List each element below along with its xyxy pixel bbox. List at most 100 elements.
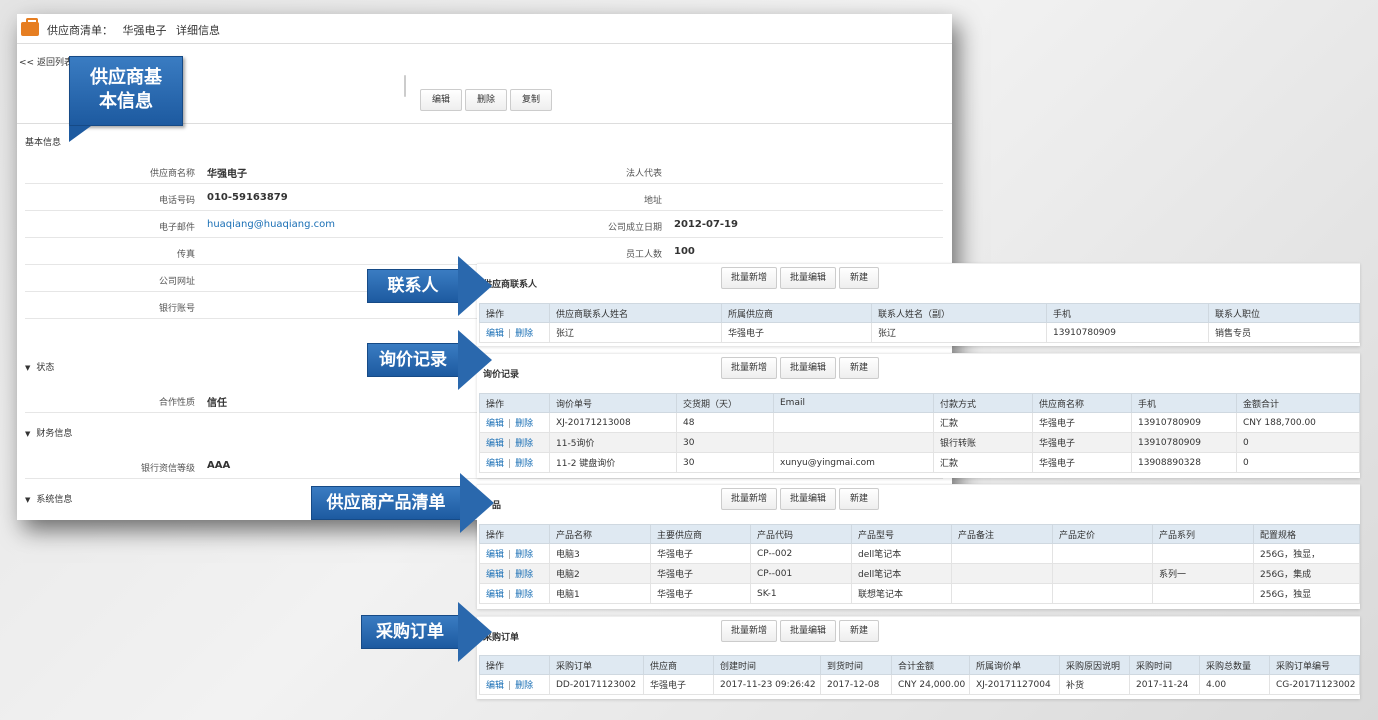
table-row: 编辑 | 删除 11-2 键盘询价 30 xunyu@yingmai.com 汇款 … xyxy=(479,452,1360,473)
row-delete-link[interactable]: 删除 xyxy=(515,329,533,339)
row-delete-link[interactable]: 删除 xyxy=(515,459,533,469)
copy-button[interactable]: 复制 xyxy=(510,89,552,111)
inquiries-batch-add-button[interactable]: 批量新增 xyxy=(721,357,777,379)
table-cell: XJ-20171213008 xyxy=(549,412,677,433)
info-row: 供应商名称 华强电子 法人代表 xyxy=(25,157,943,184)
contacts-batch-add-button[interactable]: 批量新增 xyxy=(721,267,777,289)
table-cell: 华强电子 xyxy=(650,563,751,584)
coop-value: 信任 xyxy=(207,398,227,409)
table-row: 编辑 | 删除 DD-20171123002 华强电子 2017-11-23 09:… xyxy=(479,674,1360,695)
callout-products: 供应商产品清单 xyxy=(311,473,494,533)
callout-text: 供应商产品清单 xyxy=(311,486,461,520)
row-edit-link[interactable]: 编辑 xyxy=(486,459,504,469)
status-section-toggle[interactable]: ▼ 状态 xyxy=(25,360,54,373)
column-header: 配置规格 xyxy=(1253,524,1360,544)
table-cell: CP--001 xyxy=(750,563,852,584)
row-actions: 编辑 | 删除 xyxy=(479,563,550,584)
table-cell: 256G，独显 xyxy=(1253,583,1360,604)
table-cell: 系列一 xyxy=(1152,563,1254,584)
field-label: 员工人数 xyxy=(625,250,662,260)
orders-batch-add-button[interactable]: 批量新增 xyxy=(721,620,777,642)
system-section-toggle[interactable]: ▼ 系统信息 xyxy=(25,492,72,505)
column-header: 询价单号 xyxy=(549,393,677,413)
table-cell xyxy=(951,563,1053,584)
row-edit-link[interactable]: 编辑 xyxy=(486,590,504,600)
row-edit-link[interactable]: 编辑 xyxy=(486,570,504,580)
table-cell: CNY 188,700.00 xyxy=(1236,412,1360,433)
callout-basic-info-label: 供应商基本信息 xyxy=(69,56,183,126)
table-cell: 11-5询价 xyxy=(549,432,677,453)
inquiries-table: 操作 询价单号 交货期（天） Email 付款方式 供应商名称 手机 金额合计 … xyxy=(479,393,1360,473)
edit-button[interactable]: 编辑 xyxy=(420,89,462,111)
column-header: 供应商名称 xyxy=(1032,393,1132,413)
row-actions: 编辑 | 删除 xyxy=(479,583,550,604)
table-cell: 电脑3 xyxy=(549,543,651,564)
row-delete-link[interactable]: 删除 xyxy=(515,681,533,691)
row-delete-link[interactable]: 删除 xyxy=(515,419,533,429)
table-cell: 张辽 xyxy=(871,322,1047,343)
column-header: 主要供应商 xyxy=(650,524,751,544)
row-edit-link[interactable]: 编辑 xyxy=(486,681,504,691)
row-delete-link[interactable]: 删除 xyxy=(515,590,533,600)
table-cell: DD-20171123002 xyxy=(549,674,644,695)
contacts-create-button[interactable]: 新建 xyxy=(839,267,879,289)
products-batch-edit-button[interactable]: 批量编辑 xyxy=(780,488,836,510)
column-header: 产品型号 xyxy=(851,524,952,544)
orders-batch-edit-button[interactable]: 批量编辑 xyxy=(780,620,836,642)
arrow-right-icon xyxy=(460,473,494,533)
table-cell: CNY 24,000.00 xyxy=(891,674,970,695)
products-panel: 产品 批量新增 批量编辑 新建 操作 产品名称 主要供应商 产品代码 产品型号 … xyxy=(477,484,1360,609)
back-to-list-link[interactable]: << 返回列表 xyxy=(19,55,73,68)
row-delete-link[interactable]: 删除 xyxy=(515,439,533,449)
finance-section-toggle[interactable]: ▼ 财务信息 xyxy=(25,426,72,439)
callout-text: 供应商基本信息 xyxy=(90,67,162,112)
column-header: Email xyxy=(773,393,934,413)
delete-button[interactable]: 删除 xyxy=(465,89,507,111)
table-cell: 华强电子 xyxy=(650,543,751,564)
callout-contacts: 联系人 xyxy=(367,256,493,316)
action-separator: | xyxy=(508,439,512,449)
row-delete-link[interactable]: 删除 xyxy=(515,550,533,560)
row-edit-link[interactable]: 编辑 xyxy=(486,439,504,449)
breadcrumb-label: 供应商清单： xyxy=(47,24,113,37)
table-cell: 华强电子 xyxy=(1032,432,1132,453)
table-cell: 汇款 xyxy=(933,452,1033,473)
row-edit-link[interactable]: 编辑 xyxy=(486,550,504,560)
table-cell: dell笔记本 xyxy=(851,543,952,564)
founded-value: 2012-07-19 xyxy=(674,219,738,230)
row-edit-link[interactable]: 编辑 xyxy=(486,419,504,429)
table-cell: 华强电子 xyxy=(1032,412,1132,433)
email-link[interactable]: huaqiang@huaqiang.com xyxy=(207,219,335,230)
table-cell: 4.00 xyxy=(1199,674,1270,695)
credit-value: AAA xyxy=(207,460,231,471)
products-batch-add-button[interactable]: 批量新增 xyxy=(721,488,777,510)
inquiries-batch-edit-button[interactable]: 批量编辑 xyxy=(780,357,836,379)
table-cell: 0 xyxy=(1236,452,1360,473)
field-label: 电话号码 xyxy=(158,196,195,206)
row-delete-link[interactable]: 删除 xyxy=(515,570,533,580)
field-label: 银行资信等级 xyxy=(140,464,195,474)
table-cell: CG-20171123002 xyxy=(1269,674,1360,695)
table-cell: 48 xyxy=(676,412,774,433)
column-header: 采购订单编号 xyxy=(1269,655,1360,675)
orders-table: 操作 采购订单 供应商 创建时间 到货时间 合计金额 所属询价单 采购原因说明 … xyxy=(479,655,1360,695)
column-header: 供应商 xyxy=(643,655,714,675)
column-header: 采购订单 xyxy=(549,655,644,675)
table-cell: 256G，集成 xyxy=(1253,563,1360,584)
callout-text: 采购订单 xyxy=(361,615,459,649)
table-cell xyxy=(1052,563,1153,584)
row-actions: 编辑 | 删除 xyxy=(479,674,550,695)
table-cell: xunyu@yingmai.com xyxy=(773,452,934,473)
table-cell: 11-2 键盘询价 xyxy=(549,452,677,473)
caret-down-icon: ▼ xyxy=(25,430,31,438)
callout-orders: 采购订单 xyxy=(361,602,493,662)
finance-section-title: 财务信息 xyxy=(36,429,73,439)
orders-create-button[interactable]: 新建 xyxy=(839,620,879,642)
inquiries-create-button[interactable]: 新建 xyxy=(839,357,879,379)
row-actions: 编辑 | 删除 xyxy=(479,412,550,433)
products-create-button[interactable]: 新建 xyxy=(839,488,879,510)
contacts-batch-edit-button[interactable]: 批量编辑 xyxy=(780,267,836,289)
breadcrumb-supplier: 华强电子 xyxy=(122,24,167,37)
column-header: 金额合计 xyxy=(1236,393,1360,413)
table-cell: 华强电子 xyxy=(1032,452,1132,473)
